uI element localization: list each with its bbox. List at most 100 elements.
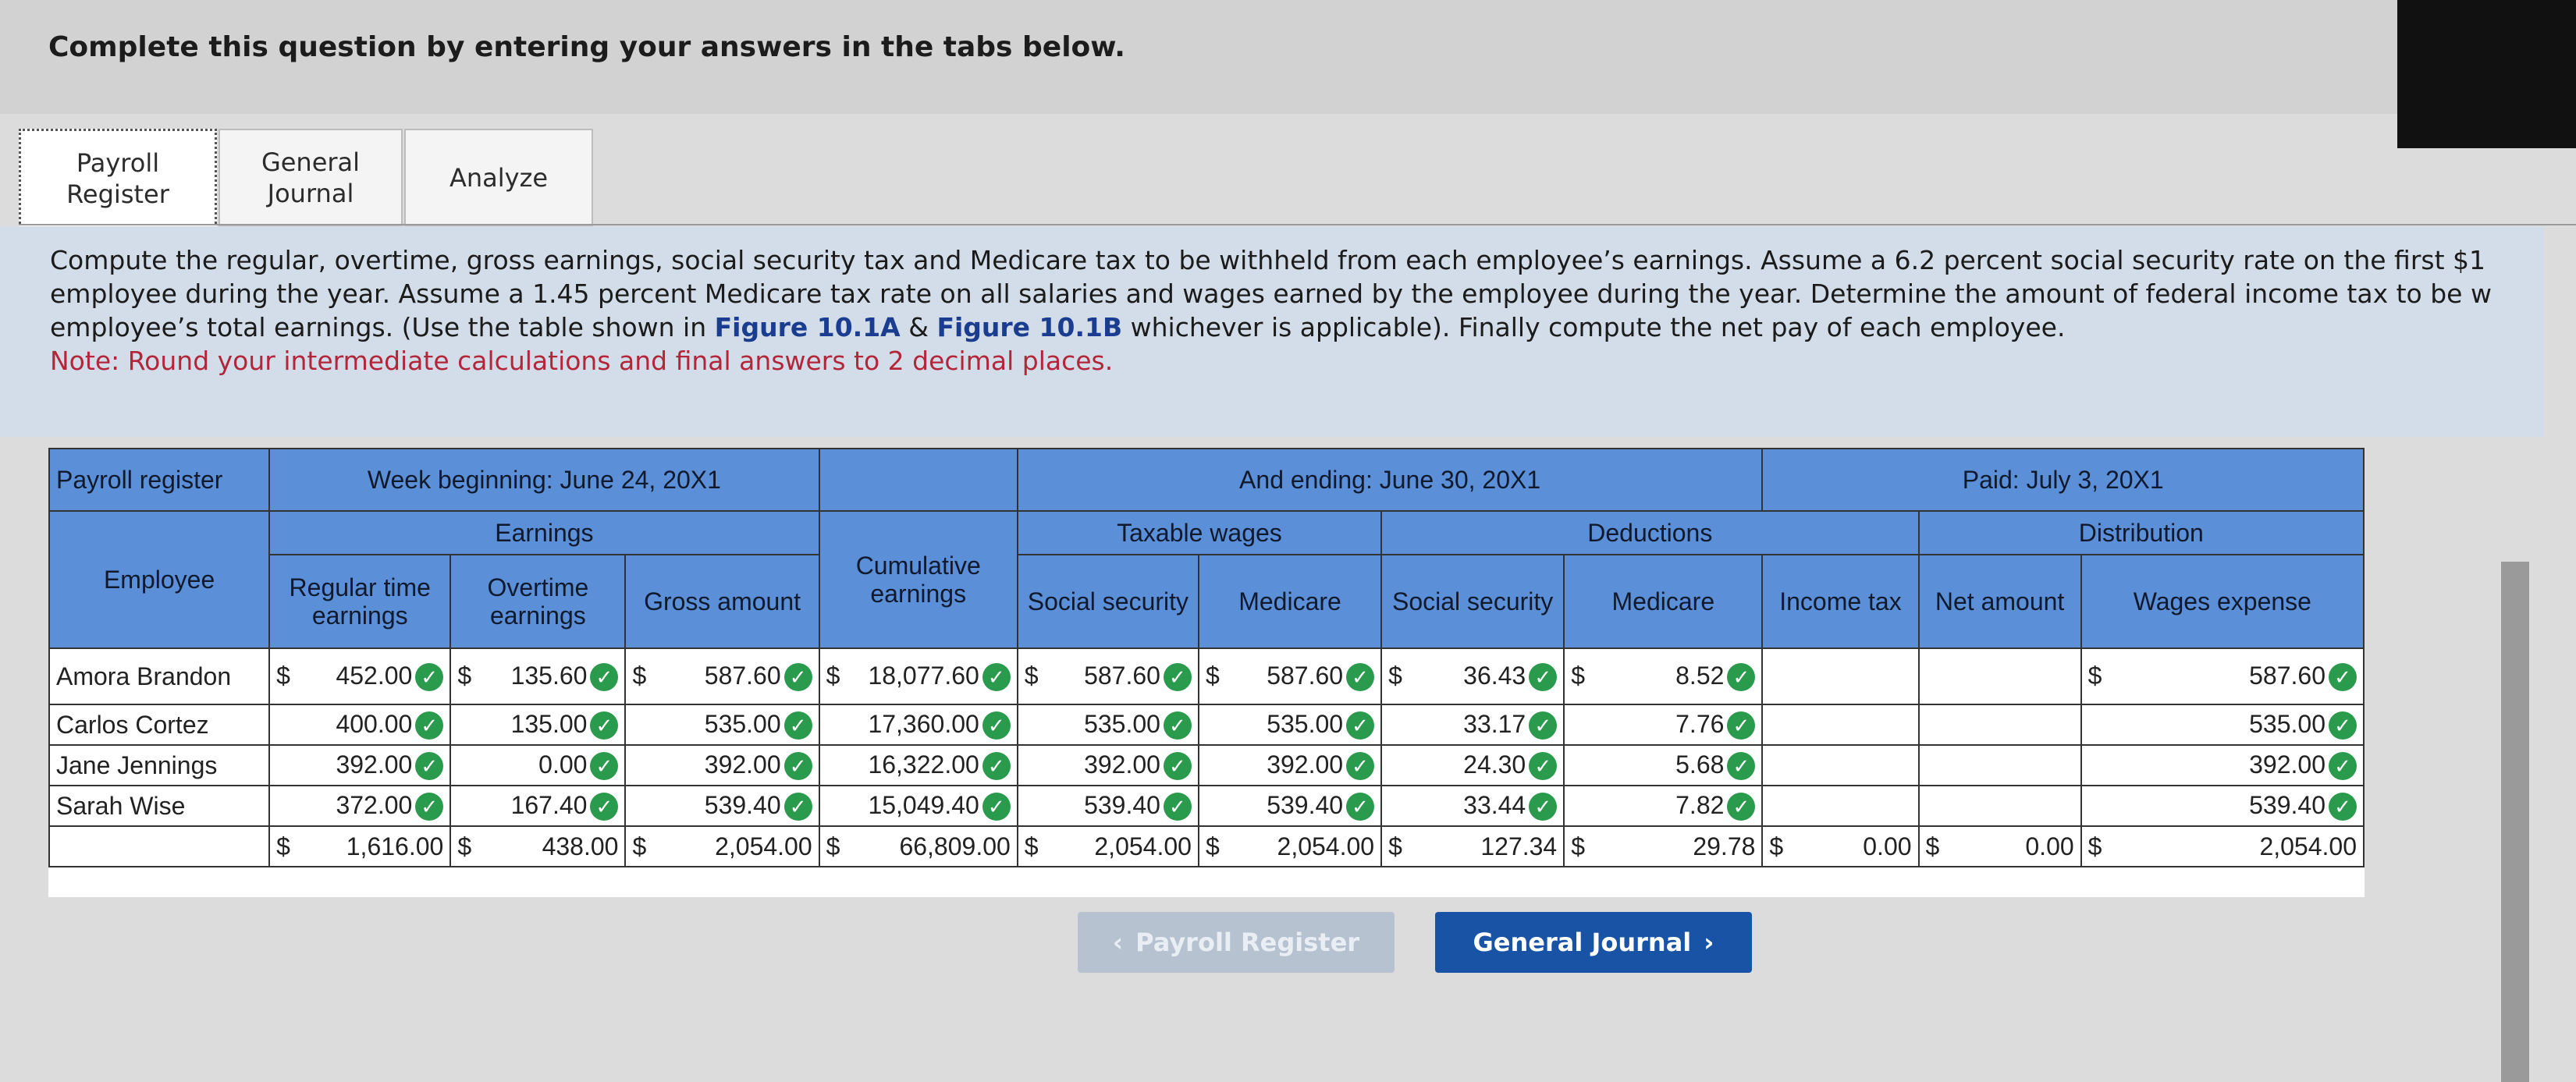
cell-regular[interactable]: 372.00 ✓	[268, 785, 452, 827]
col-employee: Employee	[48, 510, 271, 649]
cell-overtime[interactable]: 0.00 ✓	[449, 744, 627, 786]
cell-income_tax: $0.00	[1761, 825, 1920, 867]
cell-tw_ss: $2,054.00	[1016, 825, 1199, 867]
figure-10-1a-link[interactable]: Figure 10.1A	[715, 312, 901, 342]
col-wages-expense: Wages expense	[2080, 554, 2365, 649]
cell-value: 66,809.00	[899, 832, 1011, 860]
check-circle-icon: ✓	[783, 752, 812, 781]
check-circle-icon: ✓	[1529, 752, 1558, 781]
cell-ded_ss[interactable]: 33.17 ✓	[1380, 704, 1565, 746]
cell-ded_ss[interactable]: $36.43 ✓	[1380, 647, 1565, 705]
cell-value: 535.00	[1084, 709, 1160, 738]
instruction-text: employee’s total earnings. (Use the tabl…	[50, 312, 715, 342]
scrollbar-track[interactable]	[2501, 562, 2529, 1082]
cell-gross[interactable]: 392.00 ✓	[624, 744, 820, 786]
group-distribution: Distribution	[1917, 510, 2365, 555]
cell-net[interactable]	[1917, 704, 2082, 746]
cell-ded_med[interactable]: $8.52 ✓	[1563, 647, 1764, 705]
cell-gross[interactable]: 539.40 ✓	[624, 785, 820, 827]
cell-value: 16,322.00	[868, 750, 979, 779]
dollar-sign: $	[632, 832, 647, 860]
cell-tw_ss[interactable]: 539.40 ✓	[1016, 785, 1199, 827]
instruction-line-1: Compute the regular, overtime, gross ear…	[50, 245, 2485, 275]
check-circle-icon: ✓	[1346, 663, 1375, 692]
cell-value: 539.40	[1267, 790, 1344, 819]
cell-cumulative: $66,809.00	[818, 825, 1018, 867]
check-circle-icon: ✓	[415, 793, 444, 821]
cell-value: 587.60	[1084, 661, 1160, 690]
cell-regular[interactable]: $452.00 ✓	[268, 647, 452, 705]
totals-row: $1,616.00 $438.00 $2,054.00 $66,809.00 $2,05…	[48, 825, 2365, 867]
cell-tw_med: $2,054.00	[1197, 825, 1383, 867]
cell-value: 392.00	[1267, 750, 1344, 779]
cell-ded_ss[interactable]: 33.44 ✓	[1380, 785, 1565, 827]
check-circle-icon: ✓	[1346, 793, 1375, 821]
cell-income_tax[interactable]	[1761, 647, 1920, 705]
cell-cumulative[interactable]: $18,077.60 ✓	[818, 647, 1018, 705]
dollar-sign: $	[457, 832, 472, 860]
cell-cumulative[interactable]: 15,049.40 ✓	[818, 785, 1018, 827]
cell-net[interactable]	[1917, 785, 2082, 827]
cell-cumulative[interactable]: 16,322.00 ✓	[818, 744, 1018, 786]
tab-general-journal[interactable]: General Journal	[219, 129, 403, 227]
dollar-sign: $	[826, 832, 840, 860]
cell-net[interactable]	[1917, 647, 2082, 705]
cell-overtime[interactable]: $135.60 ✓	[449, 647, 627, 705]
check-circle-icon: ✓	[590, 793, 619, 821]
tab-analyze[interactable]: Analyze	[404, 129, 593, 227]
cell-tw_med[interactable]: 539.40 ✓	[1197, 785, 1383, 827]
cell-overtime[interactable]: 135.00 ✓	[449, 704, 627, 746]
cell-income_tax[interactable]	[1761, 785, 1920, 827]
cell-wages[interactable]: 535.00 ✓	[2080, 704, 2365, 746]
next-button-label: General Journal	[1473, 928, 1692, 957]
cell-ded_med[interactable]: 5.68 ✓	[1563, 744, 1764, 786]
cell-wages[interactable]: 539.40 ✓	[2080, 785, 2365, 827]
cell-tw_med[interactable]: 535.00 ✓	[1197, 704, 1383, 746]
cell-value: 15,049.40	[868, 790, 979, 819]
check-circle-icon: ✓	[1163, 663, 1192, 692]
prev-payroll-register-button[interactable]: ‹ Payroll Register	[1078, 912, 1395, 973]
cell-tw_ss[interactable]: 392.00 ✓	[1016, 744, 1199, 786]
cell-regular[interactable]: 392.00 ✓	[268, 744, 452, 786]
cell-tw_ss[interactable]: $587.60 ✓	[1016, 647, 1199, 705]
dollar-sign: $	[2087, 661, 2102, 690]
dollar-sign: $	[2087, 832, 2102, 860]
cell-value: 33.44	[1463, 790, 1526, 819]
cell-income_tax[interactable]	[1761, 704, 1920, 746]
check-circle-icon: ✓	[1163, 711, 1192, 740]
cell-value: 392.00	[1084, 750, 1160, 779]
tab-payroll-register[interactable]: Payroll Register	[19, 129, 217, 229]
cell-value: 2,054.00	[715, 832, 812, 860]
cell-cumulative[interactable]: 17,360.00 ✓	[818, 704, 1018, 746]
cell-tw_ss[interactable]: 535.00 ✓	[1016, 704, 1199, 746]
week-beginning-label: Week beginning: June 24, 20X1	[268, 448, 820, 512]
cell-tw_med[interactable]: $587.60 ✓	[1197, 647, 1383, 705]
cell-ded_ss[interactable]: 24.30 ✓	[1380, 744, 1565, 786]
chevron-left-icon: ‹	[1112, 928, 1124, 957]
cell-net[interactable]	[1917, 744, 2082, 786]
cell-value: 587.60	[2249, 661, 2326, 690]
employee-name: Sarah Wise	[48, 785, 271, 827]
cell-ded_med[interactable]: 7.76 ✓	[1563, 704, 1764, 746]
next-general-journal-button[interactable]: General Journal ›	[1435, 912, 1752, 973]
cell-value: 2,054.00	[1277, 832, 1375, 860]
cell-wages[interactable]: $587.60 ✓	[2080, 647, 2365, 705]
check-circle-icon: ✓	[1727, 663, 1756, 692]
cell-income_tax[interactable]	[1761, 744, 1920, 786]
cell-wages[interactable]: 392.00 ✓	[2080, 744, 2365, 786]
payroll-register-table-wrap: Payroll register Week beginning: June 24…	[48, 448, 2365, 897]
cell-value: 392.00	[2249, 750, 2326, 779]
check-circle-icon: ✓	[2329, 711, 2357, 740]
cell-gross[interactable]: $587.60 ✓	[624, 647, 820, 705]
cell-value: 535.00	[2249, 709, 2326, 738]
cell-regular[interactable]: 400.00 ✓	[268, 704, 452, 746]
check-circle-icon: ✓	[982, 663, 1011, 692]
figure-10-1b-link[interactable]: Figure 10.1B	[936, 312, 1122, 342]
cell-overtime[interactable]: 167.40 ✓	[449, 785, 627, 827]
cell-gross[interactable]: 535.00 ✓	[624, 704, 820, 746]
dollar-sign: $	[276, 661, 290, 690]
cell-ded_med[interactable]: 7.82 ✓	[1563, 785, 1764, 827]
cell-tw_med[interactable]: 392.00 ✓	[1197, 744, 1383, 786]
check-circle-icon: ✓	[415, 752, 444, 781]
cell-value: 29.78	[1693, 832, 1756, 860]
